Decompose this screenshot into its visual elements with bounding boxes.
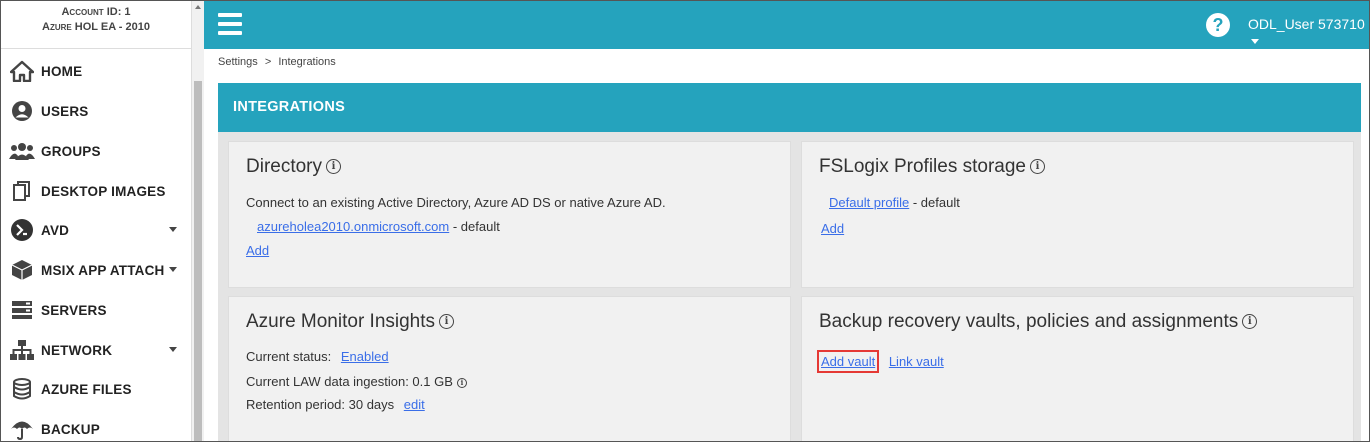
main-content: Settings > Integrations INTEGRATIONS Dir… xyxy=(204,49,1369,441)
card-title: Azure Monitor Insights i xyxy=(246,311,455,333)
card-title: Backup recovery vaults, policies and ass… xyxy=(819,311,1258,333)
monitor-law: Current LAW data ingestion: 0.1 GB i xyxy=(246,374,467,389)
breadcrumb-separator: > xyxy=(264,56,272,68)
fslogix-add-link[interactable]: Add xyxy=(821,221,844,236)
card-title: FSLogix Profiles storage i xyxy=(819,156,1045,178)
card-title: Directory i xyxy=(246,156,342,178)
sidebar-item-home[interactable]: HOME xyxy=(1,52,191,90)
sidebar-item-label: BACKUP xyxy=(41,421,100,437)
sidebar-item-label: SERVERS xyxy=(41,302,107,318)
sidebar-item-msix-app-attach[interactable]: MSIX APP ATTACH xyxy=(1,251,191,289)
link-vault-link[interactable]: Link vault xyxy=(889,354,944,369)
user-name: ODL_User 573710 xyxy=(1248,16,1365,32)
sidebar-item-label: USERS xyxy=(41,103,89,119)
backup-title: Backup recovery vaults, policies and ass… xyxy=(819,311,1239,332)
chevron-down-icon xyxy=(169,267,177,272)
sidebar-item-servers[interactable]: SERVERS xyxy=(1,291,191,329)
user-menu[interactable]: ODL_User 573710 xyxy=(1248,16,1369,48)
top-bar: ? ODL_User 573710 xyxy=(204,1,1369,49)
user-icon xyxy=(9,98,35,124)
fslogix-title: FSLogix Profiles storage xyxy=(819,156,1026,177)
network-icon xyxy=(9,337,35,363)
scroll-up-arrow-icon[interactable] xyxy=(195,5,201,9)
users-group-icon xyxy=(9,138,35,164)
monitor-title: Azure Monitor Insights xyxy=(246,311,436,332)
sidebar-item-azure-files[interactable]: AZURE FILES xyxy=(1,370,191,408)
retention-label: Retention period: 30 days xyxy=(246,397,395,412)
fslogix-entry: Default profile - default xyxy=(829,195,960,210)
breadcrumb: Settings > Integrations xyxy=(218,56,336,68)
backup-actions: Add vault Link vault xyxy=(816,350,944,373)
monitor-retention: Retention period: 30 days edit xyxy=(246,397,425,412)
sidebar-item-label: GROUPS xyxy=(41,143,101,159)
law-label: Current LAW data ingestion: 0.1 GB xyxy=(246,374,453,389)
box-icon xyxy=(9,257,35,283)
directory-domain-suffix: - default xyxy=(452,219,500,234)
add-vault-link[interactable]: Add vault xyxy=(816,350,880,373)
fslogix-card: FSLogix Profiles storage i Default profil… xyxy=(801,141,1354,288)
database-icon xyxy=(9,376,35,402)
edit-link[interactable]: edit xyxy=(404,397,425,412)
directory-title: Directory xyxy=(246,156,323,177)
chevron-down-icon xyxy=(1251,38,1259,44)
home-icon xyxy=(9,58,35,84)
sidebar: Account ID: 1 Azure HOL EA - 2010 HOME U… xyxy=(1,1,192,441)
info-icon[interactable]: i xyxy=(456,377,467,388)
directory-card: Directory i Connect to an existing Active… xyxy=(228,141,791,288)
info-icon[interactable]: i xyxy=(1030,159,1045,175)
directory-add-link[interactable]: Add xyxy=(246,243,269,258)
sidebar-scrollbar[interactable] xyxy=(191,1,204,441)
directory-entry: azureholea2010.onmicrosoft.com - default xyxy=(257,219,500,234)
account-id: Account ID: 1 xyxy=(61,6,131,18)
monitor-status: Current status: Enabled xyxy=(246,349,389,364)
app-frame: Account ID: 1 Azure HOL EA - 2010 HOME U… xyxy=(0,0,1370,442)
help-icon[interactable]: ? xyxy=(1206,13,1230,37)
sidebar-item-label: AVD xyxy=(41,222,70,238)
umbrella-icon xyxy=(9,416,35,441)
directory-domain-link[interactable]: azureholea2010.onmicrosoft.com xyxy=(257,219,449,234)
directory-description: Connect to an existing Active Directory,… xyxy=(246,195,666,210)
sidebar-item-network[interactable]: NETWORK xyxy=(1,331,191,369)
sidebar-item-label: MSIX APP ATTACH xyxy=(41,262,165,278)
sidebar-item-backup[interactable]: BACKUP xyxy=(1,410,191,441)
status-label: Current status: xyxy=(246,349,332,364)
account-name: Azure HOL EA - 2010 xyxy=(42,21,150,33)
avd-icon xyxy=(9,217,35,243)
sidebar-item-label: HOME xyxy=(41,63,83,79)
chevron-down-icon xyxy=(169,347,177,352)
breadcrumb-settings[interactable]: Settings xyxy=(218,56,258,68)
hamburger-menu-icon[interactable] xyxy=(218,13,242,35)
info-icon[interactable]: i xyxy=(439,314,455,330)
info-icon[interactable]: i xyxy=(1242,314,1258,330)
scrollbar-thumb[interactable] xyxy=(194,81,202,441)
sidebar-item-label: DESKTOP IMAGES xyxy=(41,183,166,199)
integrations-section: INTEGRATIONS Directory i Connect to an ex… xyxy=(218,83,1361,441)
profile-suffix: - default xyxy=(912,195,960,210)
server-icon xyxy=(9,297,35,323)
sidebar-item-groups[interactable]: GROUPS xyxy=(1,132,191,170)
status-enabled-link[interactable]: Enabled xyxy=(341,349,389,364)
sidebar-item-users[interactable]: USERS xyxy=(1,92,191,130)
sidebar-item-label: NETWORK xyxy=(41,342,113,358)
info-icon[interactable]: i xyxy=(326,159,342,175)
copy-icon xyxy=(9,178,35,204)
sidebar-item-avd[interactable]: AVD xyxy=(1,211,191,249)
backup-card: Backup recovery vaults, policies and ass… xyxy=(801,296,1354,441)
account-info: Account ID: 1 Azure HOL EA - 2010 xyxy=(1,1,191,49)
monitor-card: Azure Monitor Insights i Current status: … xyxy=(228,296,791,441)
default-profile-link[interactable]: Default profile xyxy=(829,195,909,210)
section-title: INTEGRATIONS xyxy=(218,83,1361,132)
sidebar-item-label: AZURE FILES xyxy=(41,381,132,397)
sidebar-item-desktop-images[interactable]: DESKTOP IMAGES xyxy=(1,172,191,210)
breadcrumb-current: Integrations xyxy=(278,56,336,68)
chevron-down-icon xyxy=(169,227,177,232)
